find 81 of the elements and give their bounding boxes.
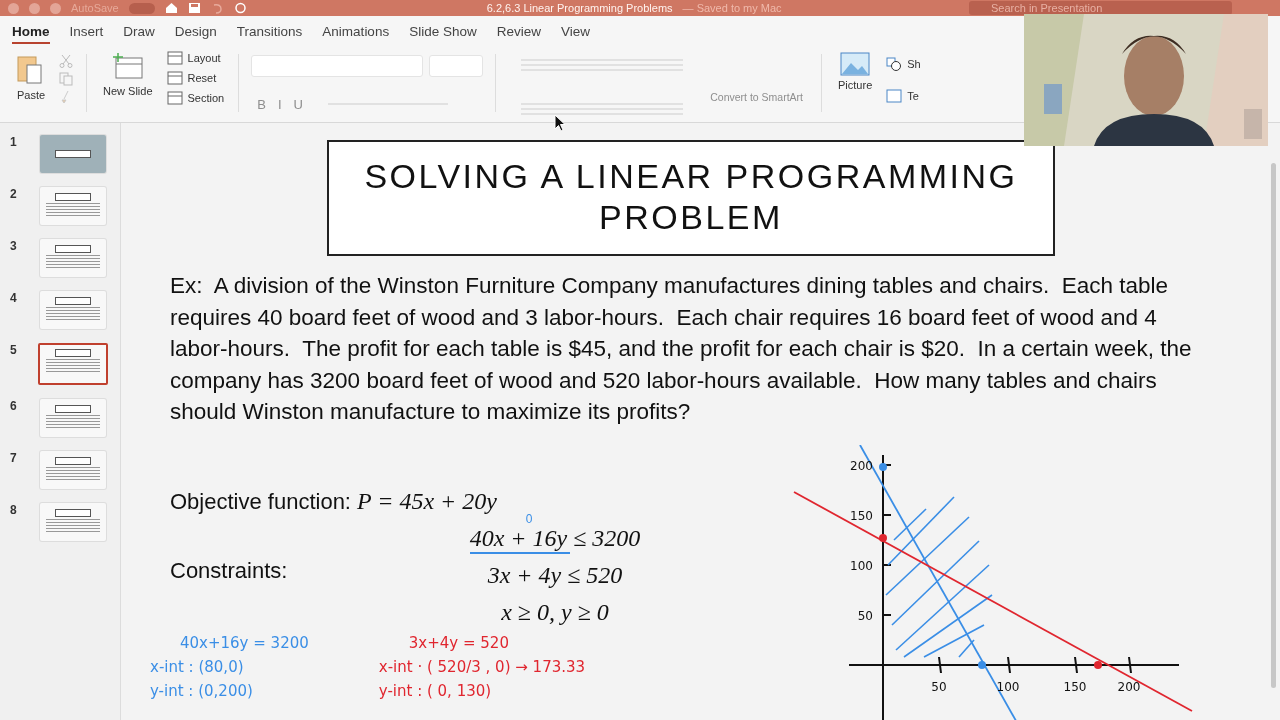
problem-text: Ex: A division of the Winston Furniture Company manufactures dining tables and chairs. Each table requires 40 board feet of wood and 3 labor-hours. Each chair requires 16 board feet of wood and 4 labor-hours. The profit for each table is $45, and the profit for each chair is $20. In a certain week, the company has 3200 board feet of wood and 520 labor-hours available. How many tables and chairs should Winston manufacture to maximize its profits? <box>170 272 1193 426</box>
handwritten-note: y-int : (0,200) <box>150 681 254 700</box>
intercept-dot <box>879 533 887 542</box>
handwritten-note: 3x+4y = 520 <box>408 633 510 652</box>
ribbon-tab[interactable]: Animations <box>312 16 400 46</box>
ribbon-tab[interactable]: Home <box>2 16 60 46</box>
text-box-icon <box>886 89 903 103</box>
intercept-dot <box>879 462 887 471</box>
search-field[interactable]: Search in Presentation <box>969 1 1232 15</box>
slide-option-button[interactable]: Layout <box>164 50 227 66</box>
tick-label: 150 <box>1063 679 1087 694</box>
window-close-button[interactable] <box>8 2 19 14</box>
slide-option-button[interactable]: Reset <box>164 70 227 86</box>
handwritten-note: 0 <box>525 512 533 525</box>
ribbon-tab[interactable]: Insert <box>59 16 114 46</box>
constraints-label: Constraints: <box>170 558 289 584</box>
objective-label: Objective function: <box>170 488 351 515</box>
intercept-dot <box>978 660 986 669</box>
save-icon[interactable] <box>187 2 201 14</box>
text-box-button[interactable]: Te <box>884 88 923 104</box>
ribbon-tab[interactable]: Slide Show <box>399 16 487 46</box>
intercept-dot <box>1094 660 1102 669</box>
autosave-toggle[interactable] <box>128 2 155 14</box>
ribbon-tab[interactable]: Transitions <box>226 16 313 46</box>
handwritten-note: x-int · ( 520/3 , 0) → 173.33 <box>378 657 586 676</box>
slide-number: 2 <box>9 187 18 201</box>
slide-thumbnail[interactable] <box>40 239 106 277</box>
home-icon[interactable] <box>164 2 178 14</box>
new-slide-button[interactable]: New Slide <box>99 50 157 99</box>
tick-label: 200 <box>850 458 873 473</box>
layout-icon <box>166 71 183 85</box>
constraint-formula: x ≥ 0, y ≥ 0 <box>501 598 609 625</box>
slide-thumbnail[interactable] <box>40 135 106 173</box>
copy-icon[interactable] <box>58 72 74 86</box>
layout-icon <box>166 51 183 65</box>
redo-icon[interactable] <box>233 2 247 14</box>
font-size-field[interactable] <box>429 55 484 77</box>
window-zoom-button[interactable] <box>50 2 61 14</box>
handwritten-note: y-int : ( 0, 130) <box>378 681 493 700</box>
handwritten-note: 40x+16y = 3200 <box>180 633 309 652</box>
slide-number: 3 <box>9 239 18 253</box>
scissors-icon[interactable] <box>58 54 74 68</box>
slide-thumbnail[interactable] <box>40 291 106 329</box>
ribbon-tab[interactable]: Draw <box>113 16 165 46</box>
slide-number: 7 <box>9 451 18 465</box>
constraint-formula: 40x + 16y ≤ 3200 <box>469 524 641 551</box>
slide-thumbnail[interactable] <box>40 451 106 489</box>
objective-formula: P = 45x + 20y <box>357 487 497 515</box>
tick-label: 200 <box>1117 679 1141 694</box>
tick-label: 50 <box>857 608 873 623</box>
window-title: 6.2,6.3 Linear Programming Problems <box>486 2 673 14</box>
paste-button[interactable]: Paste <box>12 50 50 103</box>
constraint-formula: 3x + 4y ≤ 520 <box>487 561 623 588</box>
tick-label: 150 <box>850 508 873 523</box>
layout-icon <box>166 91 183 105</box>
save-status: — Saved to my Mac <box>682 2 782 14</box>
font-name-field[interactable] <box>251 55 424 77</box>
ribbon-tab[interactable]: Design <box>164 16 227 46</box>
shapes-icon <box>886 57 903 71</box>
shapes-button[interactable]: Sh <box>884 56 923 72</box>
slide-title: SOLVING A LINEAR PROGRAMMING PROBLEM <box>327 140 1055 256</box>
tick-label: 100 <box>850 558 873 573</box>
slide-thumbnail[interactable] <box>40 187 106 225</box>
handwritten-note: x-int : (80,0) <box>150 657 245 676</box>
slide-number: 5 <box>9 343 18 357</box>
slide-thumbnail[interactable] <box>38 343 108 385</box>
slide-number: 4 <box>9 291 18 305</box>
slide-thumbnail[interactable] <box>40 503 106 541</box>
ribbon-tab[interactable]: View <box>550 16 600 46</box>
slide-number: 1 <box>9 135 18 149</box>
slide-number: 8 <box>9 503 18 517</box>
tick-label: 100 <box>996 679 1020 694</box>
new-slide-icon <box>111 52 144 82</box>
picture-button[interactable]: Picture <box>834 50 877 93</box>
ribbon-tab[interactable]: Review <box>486 16 551 46</box>
slide-thumbnail[interactable] <box>40 399 106 437</box>
slide-option-button[interactable]: Section <box>164 90 227 106</box>
tick-label: 50 <box>931 679 947 694</box>
picture-icon <box>840 52 871 76</box>
slide-number: 6 <box>9 399 18 413</box>
window-minimize-button[interactable] <box>29 2 40 14</box>
